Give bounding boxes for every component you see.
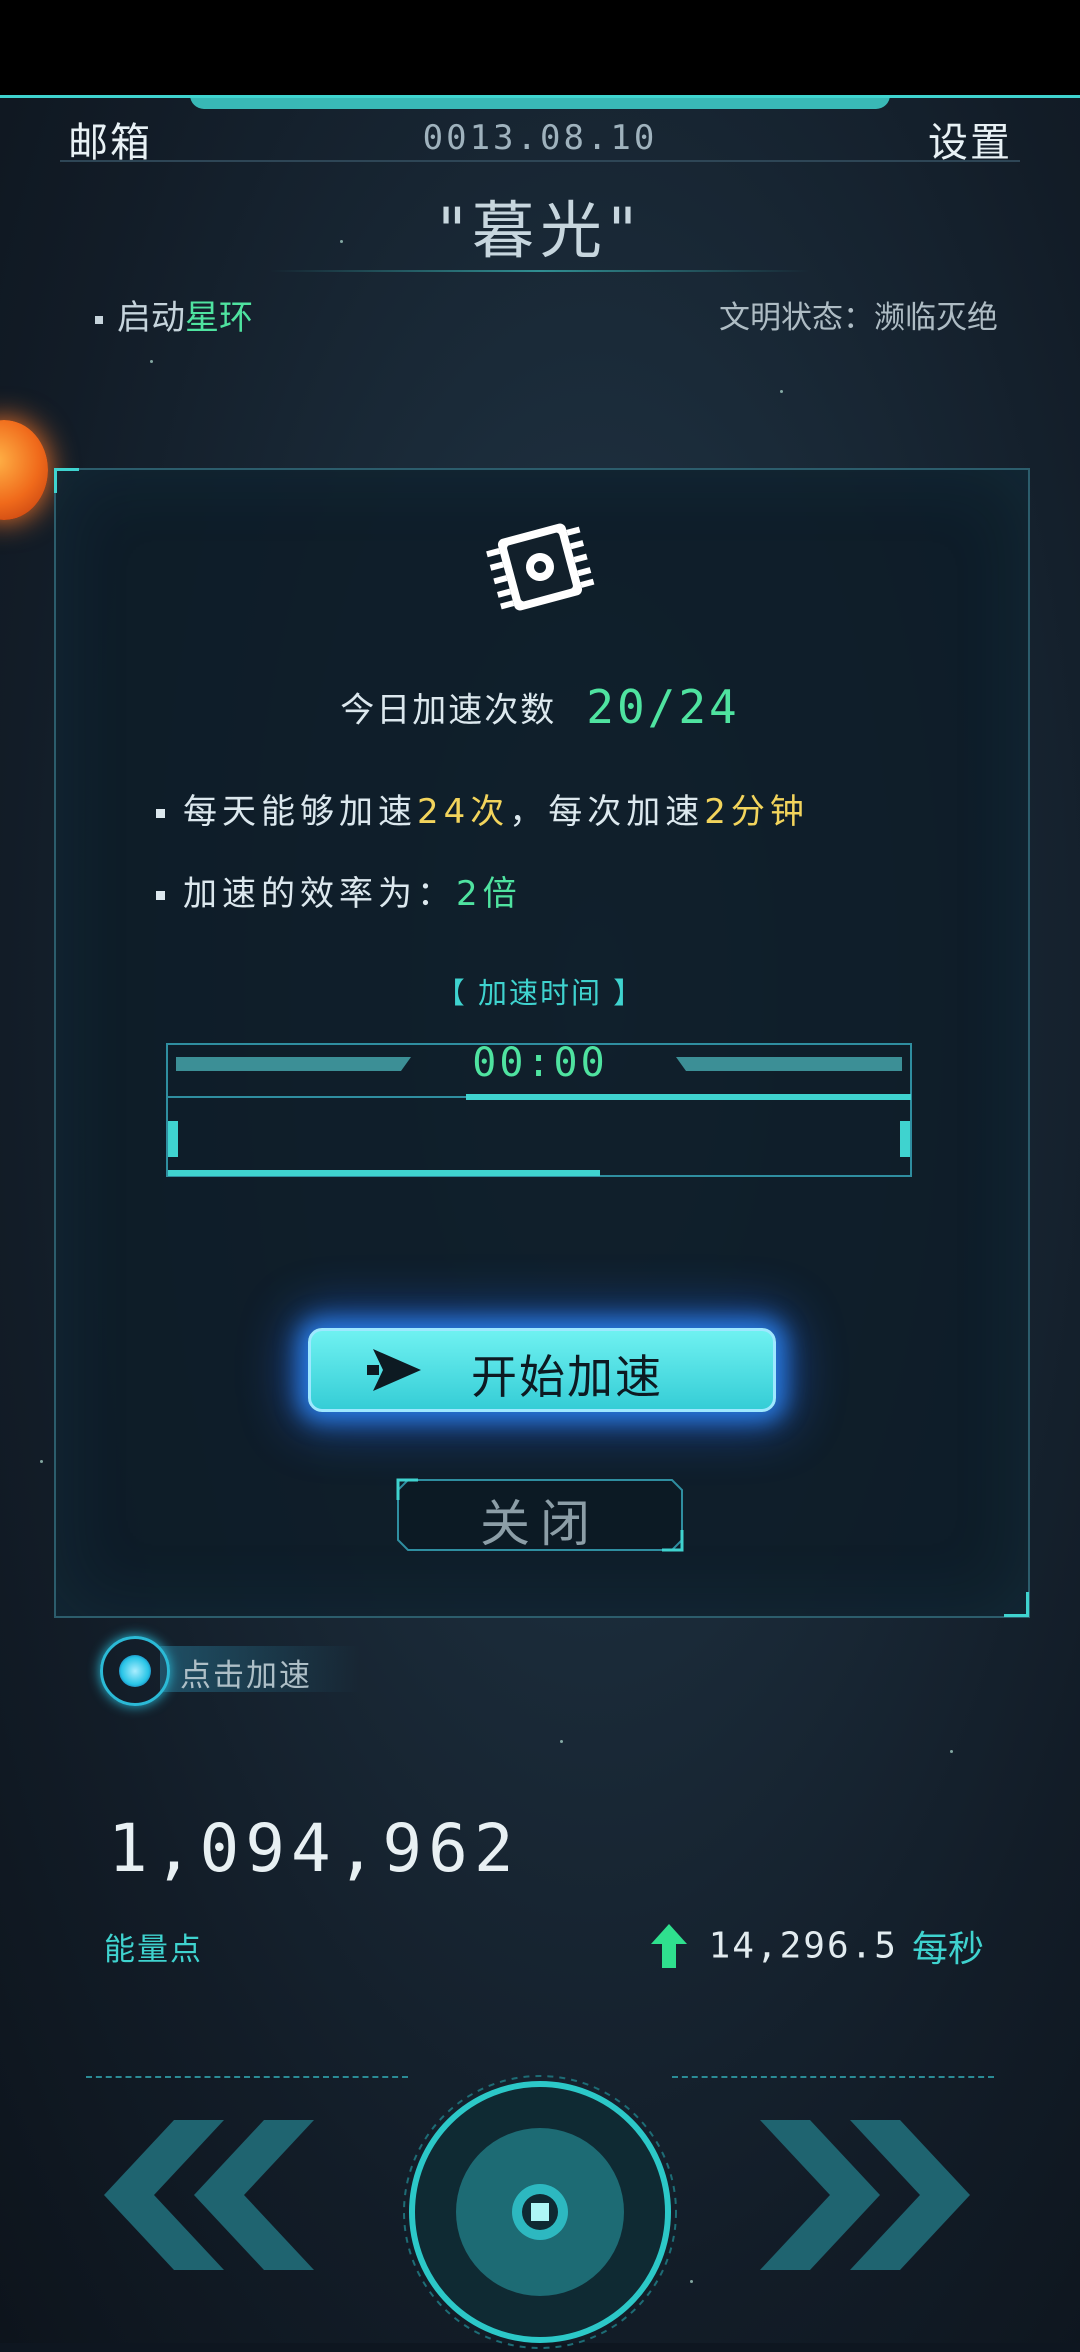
daily-count-label: 今日加速次数 (340, 690, 557, 731)
header-divider (60, 160, 1020, 162)
energy-rate-value: 14,296.5 (708, 1925, 898, 1967)
bullet-icon (156, 809, 165, 818)
star (780, 390, 783, 393)
rule-line-1: 每天能够加速24次，每次加速2分钟 (156, 784, 809, 833)
nav-divider (672, 2076, 994, 2078)
star (560, 1740, 563, 1743)
tap-speedup-hint[interactable]: 点击加速 (100, 1636, 380, 1706)
rule2-highlight: 2倍 (456, 874, 522, 914)
rule1-text: 每天能够加速 (183, 792, 417, 832)
speedup-time-title: 【 加速时间 】 (435, 976, 645, 1010)
tap-speedup-label: 点击加速 (180, 1658, 312, 1694)
star (150, 360, 153, 363)
energy-points-value: 1,094,962 (108, 1810, 520, 1887)
status-bar (0, 0, 1080, 95)
nav-divider (86, 2076, 408, 2078)
star (950, 1750, 953, 1753)
start-speedup-label: 开始加速 (471, 1350, 663, 1404)
rule-line-2: 加速的效率为：2倍 (156, 866, 522, 915)
daily-count-row: 今日加速次数 20/24 (0, 680, 1080, 734)
planet-name: "暮光" (437, 194, 643, 267)
target-icon (100, 1636, 170, 1706)
bullet-icon (156, 891, 165, 900)
center-home-button[interactable] (400, 2072, 680, 2352)
frame-top-glow (190, 95, 890, 109)
speedup-time-value: 00:00 (472, 1040, 608, 1086)
star (40, 1460, 43, 1463)
chevron-left-icon[interactable] (104, 2120, 314, 2270)
chip-icon (486, 523, 595, 611)
panel-corner (1004, 1592, 1029, 1617)
bullet-icon (95, 315, 103, 324)
up-arrow-icon (650, 1924, 687, 1968)
star (690, 2280, 693, 2283)
rule1-highlight-2: 2分钟 (704, 792, 809, 832)
daily-count-value: 20/24 (586, 680, 740, 734)
launch-prefix: 启动 (117, 298, 185, 338)
panel-corner (54, 468, 79, 493)
close-button[interactable]: 关闭 (396, 1478, 684, 1553)
rule2-text: 加速的效率为： (183, 874, 456, 914)
launch-ring-link[interactable]: 启动星环 (95, 290, 253, 339)
name-underline (270, 270, 810, 272)
energy-rate: 14,296.5 每秒 (649, 1920, 984, 1972)
energy-rate-unit: 每秒 (911, 1929, 984, 1970)
close-label: 关闭 (480, 1495, 600, 1553)
start-speedup-button[interactable]: 开始加速 (308, 1328, 776, 1412)
rule1-highlight: 24次 (417, 792, 510, 832)
civilization-status: 文明状态：濒临灭绝 (719, 300, 998, 336)
rule1-text-2: ，每次加速 (509, 792, 705, 832)
chevron-right-icon[interactable] (760, 2120, 970, 2270)
energy-points-label: 能量点 (104, 1932, 203, 1968)
rocket-icon (367, 1349, 421, 1391)
launch-highlight: 星环 (185, 298, 253, 338)
game-date: 0013.08.10 (422, 118, 658, 158)
